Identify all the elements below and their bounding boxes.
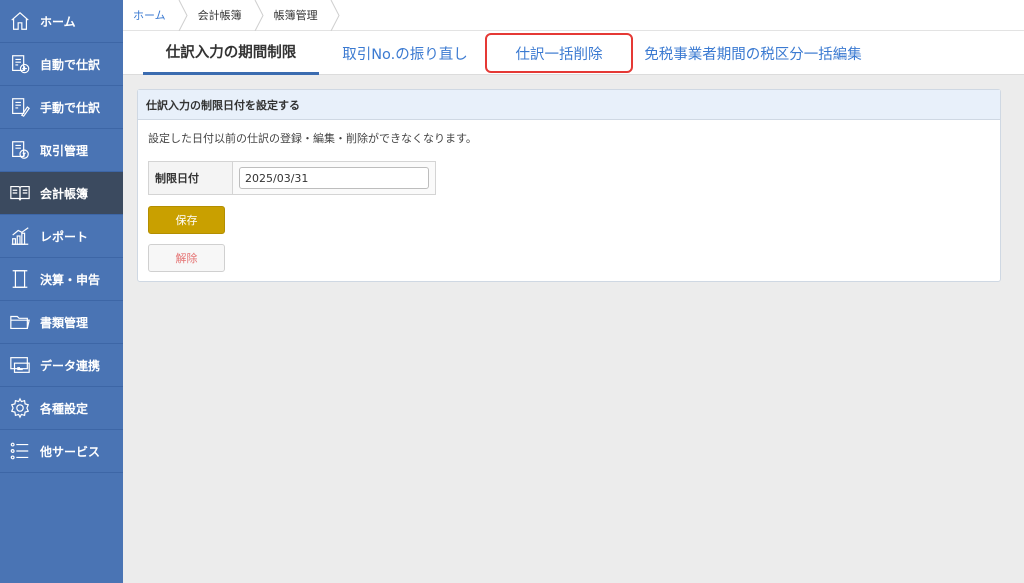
sidebar-item-transactions[interactable]: 取引管理: [0, 129, 123, 172]
period-limit-panel: 仕訳入力の制限日付を設定する 設定した日付以前の仕訳の登録・編集・削除ができなく…: [137, 89, 1001, 282]
tab-bulk-journal-delete[interactable]: 仕訳一括削除: [485, 33, 633, 73]
data-link-icon: [0, 354, 40, 376]
sidebar: ホーム 自動で仕訳 手動で仕訳 取引管理 会計帳簿 レポート 決算・申告 書類管…: [0, 0, 123, 583]
breadcrumb-home[interactable]: ホーム: [123, 0, 178, 31]
sidebar-item-home[interactable]: ホーム: [0, 0, 123, 43]
sidebar-item-settings[interactable]: 各種設定: [0, 387, 123, 430]
sidebar-item-label: 会計帳簿: [40, 186, 89, 201]
auto-journal-icon: [0, 53, 40, 75]
sidebar-item-auto-journal[interactable]: 自動で仕訳: [0, 43, 123, 86]
save-button[interactable]: 保存: [148, 206, 225, 234]
release-button[interactable]: 解除: [148, 244, 225, 272]
sidebar-item-label: 書類管理: [40, 315, 89, 330]
folder-icon: [0, 311, 40, 333]
main-content: ホーム 会計帳簿 帳簿管理 仕訳入力の期間制限 取引No.の振り直し 仕訳一括削…: [123, 0, 1024, 583]
limit-date-label: 制限日付: [149, 162, 233, 194]
breadcrumb-book-management: 帳簿管理: [273, 9, 318, 22]
breadcrumb: ホーム 会計帳簿 帳簿管理: [123, 0, 1024, 31]
sidebar-item-manual-journal[interactable]: 手動で仕訳: [0, 86, 123, 129]
sidebar-item-label: 取引管理: [40, 143, 89, 158]
tab-bar: 仕訳入力の期間制限 取引No.の振り直し 仕訳一括削除 免税事業者期間の税区分一…: [123, 31, 1024, 75]
document-icon: [0, 268, 40, 290]
gear-icon: [0, 397, 40, 419]
tab-transaction-renumber[interactable]: 取引No.の振り直し: [331, 31, 479, 75]
sidebar-item-label: 決算・申告: [40, 272, 101, 287]
home-icon: [0, 10, 40, 32]
sidebar-item-label: レポート: [40, 229, 89, 244]
limit-date-field: 制限日付: [148, 161, 436, 195]
panel-title: 仕訳入力の制限日付を設定する: [138, 90, 1000, 120]
breadcrumb-separator-icon: [254, 0, 264, 31]
limit-date-input[interactable]: [239, 167, 429, 189]
tab-tax-category-bulk-edit[interactable]: 免税事業者期間の税区分一括編集: [637, 31, 869, 75]
sidebar-item-label: 各種設定: [40, 401, 89, 416]
book-icon: [0, 182, 40, 204]
transaction-icon: [0, 139, 40, 161]
sidebar-item-closing-filing[interactable]: 決算・申告: [0, 258, 123, 301]
breadcrumb-separator-icon: [178, 0, 188, 31]
report-chart-icon: [0, 225, 40, 247]
list-icon: [0, 440, 40, 462]
manual-journal-icon: [0, 96, 40, 118]
sidebar-item-accounting-books[interactable]: 会計帳簿: [0, 172, 123, 215]
tab-journal-period-limit[interactable]: 仕訳入力の期間制限: [143, 31, 319, 75]
panel-description: 設定した日付以前の仕訳の登録・編集・削除ができなくなります。: [148, 132, 477, 145]
sidebar-item-label: 自動で仕訳: [40, 57, 101, 72]
sidebar-item-label: 手動で仕訳: [40, 100, 101, 115]
sidebar-item-label: ホーム: [40, 14, 76, 29]
sidebar-item-reports[interactable]: レポート: [0, 215, 123, 258]
sidebar-item-documents[interactable]: 書類管理: [0, 301, 123, 344]
breadcrumb-separator-icon: [330, 0, 340, 31]
sidebar-item-other-services[interactable]: 他サービス: [0, 430, 123, 473]
sidebar-item-label: 他サービス: [40, 444, 101, 459]
breadcrumb-accounting-books[interactable]: 会計帳簿: [188, 0, 254, 31]
sidebar-item-label: データ連携: [40, 358, 101, 373]
sidebar-item-data-link[interactable]: データ連携: [0, 344, 123, 387]
